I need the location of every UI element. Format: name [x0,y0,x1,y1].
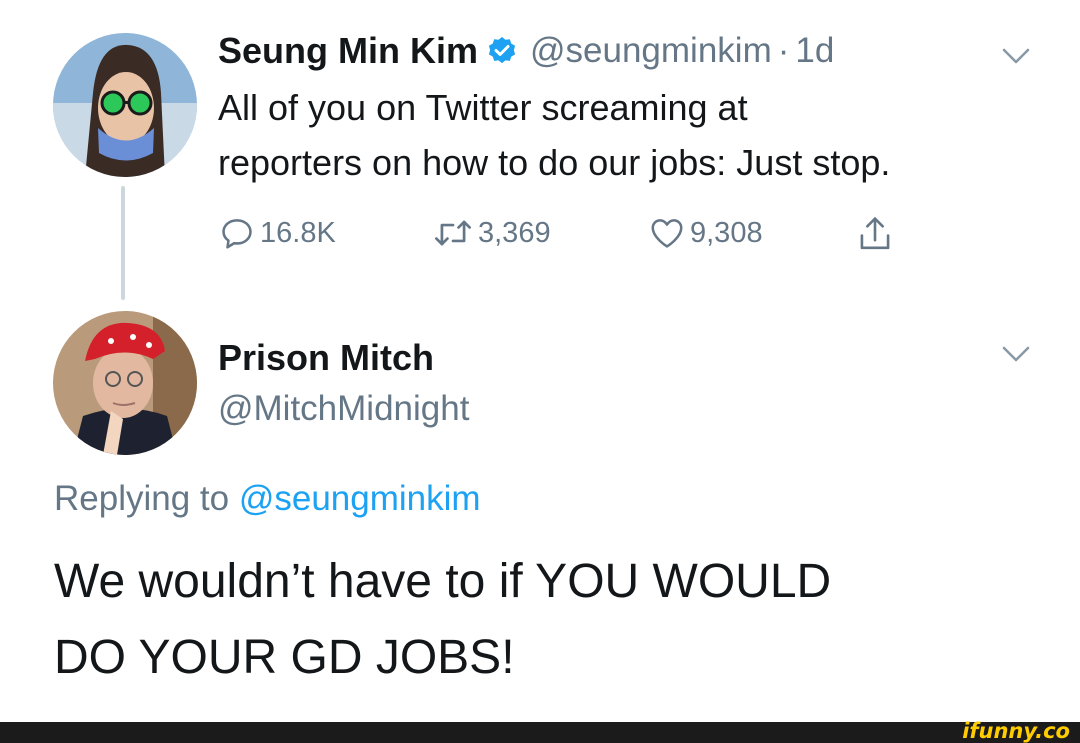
tweet-header: Seung Min Kim @seungminkim · 1d [218,31,834,71]
watermark-bar: ifunny.co [0,719,1080,743]
retweet-button[interactable]: 3,369 [432,214,551,252]
thread-connector [121,186,125,300]
replying-prefix: Replying to [54,479,230,518]
tweet-text-line: reporters on how to do our jobs: Just st… [218,142,891,183]
reply-text: We wouldn’t have to if YOU WOULD DO YOUR… [54,548,1064,692]
chevron-down-icon[interactable] [1002,46,1030,66]
reply-button[interactable]: 16.8K [218,214,336,252]
avatar-seungminkim[interactable] [53,33,197,177]
replying-to: Replying to @seungminkim [54,478,481,520]
replying-handle-link[interactable]: @seungminkim [239,479,481,518]
like-button[interactable]: 9,308 [648,214,763,252]
avatar-mitchmidnight[interactable] [53,311,197,455]
author-name[interactable]: Seung Min Kim [218,31,478,71]
share-icon[interactable] [856,214,894,254]
retweet-icon [435,220,471,246]
like-icon [651,219,683,248]
reply-text-line: We wouldn’t have to if YOU WOULD [54,555,832,608]
tweet-text-line: All of you on Twitter screaming at [218,87,748,128]
reply-icon [222,219,252,249]
chevron-down-icon[interactable] [1002,344,1030,364]
ifunny-watermark: ifunny.co [962,719,1070,743]
tweet-time[interactable]: 1d [795,31,834,71]
reply-count: 16.8K [260,216,336,249]
avatar-image [53,33,197,177]
author-handle[interactable]: @seungminkim [530,31,772,71]
reply-author-handle[interactable]: @MitchMidnight [218,389,469,429]
like-count: 9,308 [690,216,763,249]
dot-separator: · [777,31,790,70]
reply-author-name[interactable]: Prison Mitch [218,338,434,378]
reply-text-line: DO YOUR GD JOBS! [54,631,515,684]
verified-badge-icon [488,37,516,64]
avatar-image [53,311,197,455]
retweet-count: 3,369 [478,216,551,249]
tweet-text: All of you on Twitter screaming at repor… [218,80,1058,190]
